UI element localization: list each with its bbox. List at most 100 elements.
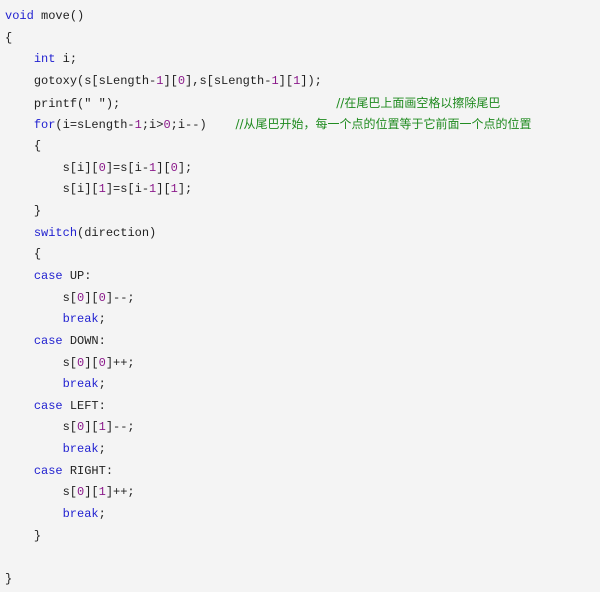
code-text: (i=sLength- <box>55 118 135 133</box>
code-line: case UP: <box>0 266 600 288</box>
code-text: move() <box>33 9 85 23</box>
code-text: ]++; <box>105 485 135 500</box>
code-text: ][ <box>84 485 99 500</box>
code-line: s[i][0]=s[i-1][0]; <box>0 158 600 180</box>
code-text: UP: <box>62 268 92 283</box>
code-text: gotoxy(s[sLength- <box>33 73 157 88</box>
code-keyword: case <box>33 463 63 478</box>
code-keyword: break <box>62 312 99 327</box>
code-line: switch(direction) <box>0 223 600 245</box>
code-number: 1 <box>170 182 178 197</box>
code-text: ]--; <box>105 420 135 435</box>
code-text: ][ <box>156 160 171 175</box>
code-text: s[i][ <box>62 160 99 175</box>
code-text: (direction) <box>77 225 157 240</box>
code-number: 1 <box>134 118 142 133</box>
code-number: 0 <box>177 73 186 88</box>
code-text: ][ <box>163 73 178 88</box>
code-line: s[0][0]--; <box>0 288 600 310</box>
code-text: LEFT: <box>62 398 106 413</box>
code-text: ][ <box>84 290 99 305</box>
code-text: ][ <box>84 355 99 370</box>
code-text: ; <box>98 442 106 457</box>
code-block: void move(){ int i; gotoxy(s[sLength-1][… <box>0 0 600 592</box>
code-line: break; <box>0 439 600 461</box>
code-text: ][ <box>278 73 294 88</box>
code-text: DOWN: <box>62 333 106 348</box>
code-keyword: void <box>5 9 34 23</box>
code-line: } <box>0 569 600 591</box>
code-number: 1 <box>98 420 106 435</box>
code-text: { <box>33 138 42 153</box>
code-line: s[0][1]++; <box>0 482 600 504</box>
code-text: ; <box>98 312 106 327</box>
code-line: s[0][1]--; <box>0 417 600 439</box>
code-text: ; <box>98 507 106 522</box>
code-line: s[0][0]++; <box>0 353 600 375</box>
code-number: 0 <box>98 355 106 370</box>
code-text: ][ <box>84 420 99 435</box>
code-keyword: switch <box>33 225 78 240</box>
code-text: ;i--) <box>170 118 236 133</box>
code-text: ]); <box>300 73 322 88</box>
code-text: ][ <box>156 182 171 197</box>
code-line: } <box>0 526 600 548</box>
code-text: ]--; <box>105 290 135 305</box>
code-line: { <box>0 136 600 158</box>
code-keyword: case <box>33 333 63 348</box>
code-number: 1 <box>98 485 106 500</box>
code-line: { <box>0 28 600 50</box>
code-text: s[ <box>62 290 78 305</box>
code-line: case LEFT: <box>0 396 600 418</box>
code-number: 0 <box>163 118 171 133</box>
code-text: s[ <box>62 420 78 435</box>
code-text: s[i][ <box>62 182 99 197</box>
code-text: ; <box>98 377 106 392</box>
code-text: s[ <box>62 355 78 370</box>
code-line: int i; <box>0 49 600 71</box>
code-line: for(i=sLength-1;i>0;i--) //从尾巴开始，每一个点的位置… <box>0 114 600 136</box>
code-text: s[ <box>62 485 78 500</box>
code-text: } <box>5 572 13 587</box>
code-line: { <box>0 244 600 266</box>
code-text: { <box>33 247 42 262</box>
code-comment: //在尾巴上面画空格以擦除尾巴 <box>336 95 501 110</box>
code-comment: //从尾巴开始，每一个点的位置等于它前面一个点的位置 <box>235 117 532 132</box>
code-keyword: case <box>33 268 63 283</box>
code-keyword: break <box>62 377 99 392</box>
code-text: printf(" "); <box>33 96 337 111</box>
code-line: void move() <box>0 6 600 28</box>
code-keyword: case <box>33 398 63 413</box>
code-text: RIGHT: <box>62 463 114 478</box>
code-keyword: break <box>62 507 99 522</box>
code-line: break; <box>0 309 600 331</box>
code-text: i; <box>55 52 78 67</box>
code-line: printf(" "); //在尾巴上面画空格以擦除尾巴 <box>0 93 600 115</box>
code-number: 1 <box>98 182 106 197</box>
code-number: 0 <box>170 160 178 175</box>
code-text: ]=s[i- <box>105 160 150 175</box>
code-line: case DOWN: <box>0 331 600 353</box>
code-text: { <box>5 30 13 45</box>
